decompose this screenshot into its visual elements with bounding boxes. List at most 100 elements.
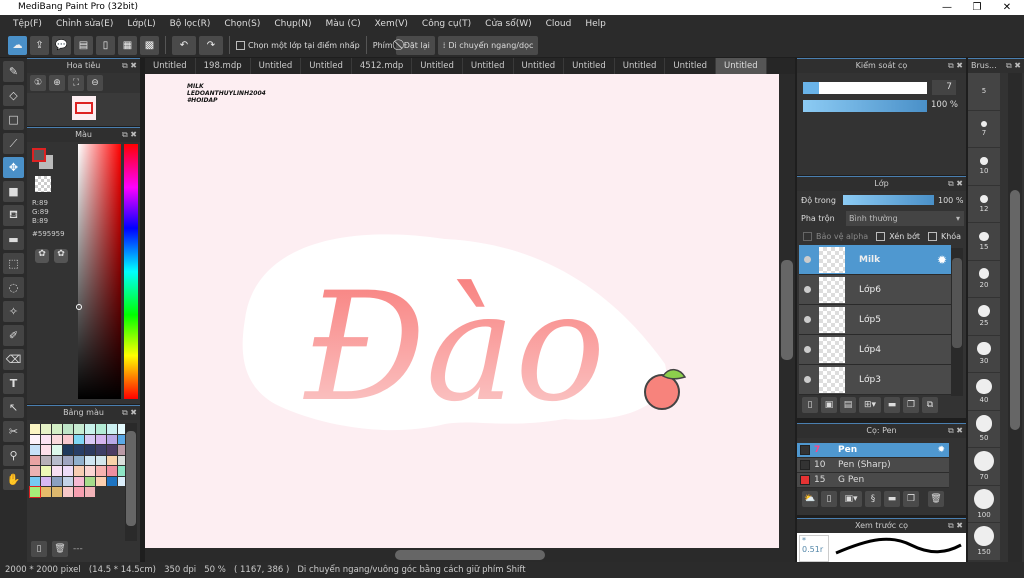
brush-size-item[interactable]: 12: [968, 186, 1000, 223]
maximize-button[interactable]: ❐: [962, 0, 992, 15]
menu-item[interactable]: Công cụ(T): [415, 19, 478, 29]
brush-size-item[interactable]: 10: [968, 148, 1000, 186]
document-tab[interactable]: 4512.mdp: [352, 58, 413, 74]
lock-checkbox[interactable]: [927, 232, 937, 241]
layer-row[interactable]: Lớp4: [799, 335, 951, 365]
new-8bit-layer-icon[interactable]: ▣: [821, 397, 837, 413]
palette-swatch[interactable]: [107, 476, 117, 486]
menu-item[interactable]: Tệp(F): [6, 19, 49, 29]
menu-item[interactable]: Xem(V): [368, 19, 415, 29]
select-pen-icon[interactable]: ✐: [3, 325, 24, 346]
document-tab[interactable]: Untitled: [564, 58, 615, 74]
palette-swatch[interactable]: [30, 466, 40, 476]
palette-swatch[interactable]: [52, 445, 62, 455]
palette-swatch[interactable]: [85, 476, 95, 486]
brush-opacity-slider[interactable]: [803, 100, 927, 112]
palette-swatch[interactable]: [41, 466, 51, 476]
palette-swatch[interactable]: [41, 424, 51, 434]
visibility-icon[interactable]: [804, 376, 811, 383]
palette-swatch[interactable]: [52, 434, 62, 444]
brush-script-icon[interactable]: §: [865, 491, 881, 507]
duplicate-icon[interactable]: ❐: [903, 491, 919, 507]
layer-scrollbar[interactable]: [951, 248, 963, 396]
visibility-icon[interactable]: [804, 286, 811, 293]
new-1bit-layer-icon[interactable]: ▤: [840, 397, 856, 413]
brush-size-item[interactable]: 7: [968, 111, 1000, 148]
palette-swatch[interactable]: [74, 466, 84, 476]
palette-swatch[interactable]: [85, 487, 95, 497]
float-close-icon[interactable]: ⧉ ✖: [948, 519, 963, 533]
clipping-checkbox[interactable]: [876, 232, 886, 241]
palette-swatch[interactable]: [96, 476, 106, 486]
palette-swatch[interactable]: [74, 476, 84, 486]
palette-swatch[interactable]: [96, 434, 106, 444]
comment-icon[interactable]: 💬: [52, 35, 71, 55]
saturation-brightness-picker[interactable]: [78, 144, 121, 399]
brush-icon[interactable]: ✎: [3, 61, 24, 82]
document-tab[interactable]: Untitled: [665, 58, 717, 74]
palette-swatch[interactable]: [63, 487, 73, 497]
palette-swatch[interactable]: [63, 455, 73, 465]
float-close-icon[interactable]: ⧉ ✖: [1006, 59, 1021, 73]
float-close-icon[interactable]: ⧉ ✖: [122, 59, 137, 73]
brush-size-item[interactable]: 25: [968, 298, 1000, 336]
folder-icon[interactable]: ▬: [884, 491, 900, 507]
document-tab[interactable]: Untitled: [716, 58, 767, 74]
menu-item[interactable]: Chụp(N): [267, 19, 318, 29]
document-tab[interactable]: Untitled: [463, 58, 514, 74]
float-close-icon[interactable]: ⧉ ✖: [948, 59, 963, 73]
palette-swatch[interactable]: [74, 487, 84, 497]
menu-item[interactable]: Lớp(L): [120, 19, 162, 29]
visibility-icon[interactable]: [804, 256, 811, 263]
menu-item[interactable]: Help: [578, 19, 613, 29]
brush-size-item[interactable]: 5: [968, 73, 1000, 111]
menu-item[interactable]: Màu (C): [319, 19, 368, 29]
eyedropper-icon[interactable]: ⚲: [3, 445, 24, 466]
document-tab[interactable]: Untitled: [615, 58, 666, 74]
palette-swatch[interactable]: [52, 466, 62, 476]
palette-swatch[interactable]: [85, 434, 95, 444]
transparent-swatch[interactable]: [35, 176, 51, 192]
new-layer-icon[interactable]: ▯: [802, 397, 818, 413]
protect-alpha-checkbox[interactable]: [803, 232, 812, 241]
folder-icon[interactable]: ▬: [884, 397, 900, 413]
palette-swatch[interactable]: [30, 424, 40, 434]
blend-mode-select[interactable]: Bình thường ▾: [846, 211, 964, 226]
palette-swatch[interactable]: [63, 424, 73, 434]
brush-size-item[interactable]: 70: [968, 448, 1000, 486]
viewport-rect[interactable]: [74, 102, 93, 114]
hue-slider[interactable]: [124, 144, 138, 399]
brush-size-item[interactable]: 50: [968, 411, 1000, 448]
brush-size-item[interactable]: 100: [968, 486, 1000, 523]
grid-icon[interactable]: ▦: [118, 35, 137, 55]
layer-row[interactable]: Lớp5: [799, 305, 951, 335]
close-button[interactable]: ✕: [992, 0, 1022, 15]
float-close-icon[interactable]: ⧉ ✖: [948, 424, 963, 438]
layout-icon[interactable]: ▩: [140, 35, 159, 55]
move-icon[interactable]: ✥: [3, 157, 24, 178]
visibility-icon[interactable]: [804, 316, 811, 323]
brush-size-item[interactable]: 20: [968, 261, 1000, 298]
magic-wand-icon[interactable]: ✧: [3, 301, 24, 322]
duplicate-icon[interactable]: ❐: [903, 397, 919, 413]
brush-row[interactable]: 7 Pen ✹: [797, 443, 949, 458]
message-icon[interactable]: ▤: [74, 35, 93, 55]
palette-swatch[interactable]: [74, 455, 84, 465]
operation-icon[interactable]: ↖: [3, 397, 24, 418]
palette-swatch[interactable]: [52, 455, 62, 465]
palette-swatch[interactable]: [52, 487, 62, 497]
menu-item[interactable]: Cửa sổ(W): [478, 19, 538, 29]
palette-swatch[interactable]: [29, 486, 41, 498]
brush-size-scrollbar[interactable]: [1008, 73, 1022, 562]
palette-swatch[interactable]: [41, 434, 51, 444]
redo-icon[interactable]: ↷: [199, 35, 223, 55]
navigator-thumbnail[interactable]: [71, 96, 96, 120]
minimize-button[interactable]: —: [932, 0, 962, 15]
palette-swatch[interactable]: [96, 466, 106, 476]
brush-row[interactable]: 10 Pen (Sharp): [797, 458, 949, 473]
add-brush-menu-icon[interactable]: ▣▾: [840, 491, 862, 507]
palette-swatch[interactable]: [85, 445, 95, 455]
palette-swatch[interactable]: [107, 455, 117, 465]
document-tab[interactable]: 198.mdp: [196, 58, 251, 74]
palette-swatch[interactable]: [63, 434, 73, 444]
